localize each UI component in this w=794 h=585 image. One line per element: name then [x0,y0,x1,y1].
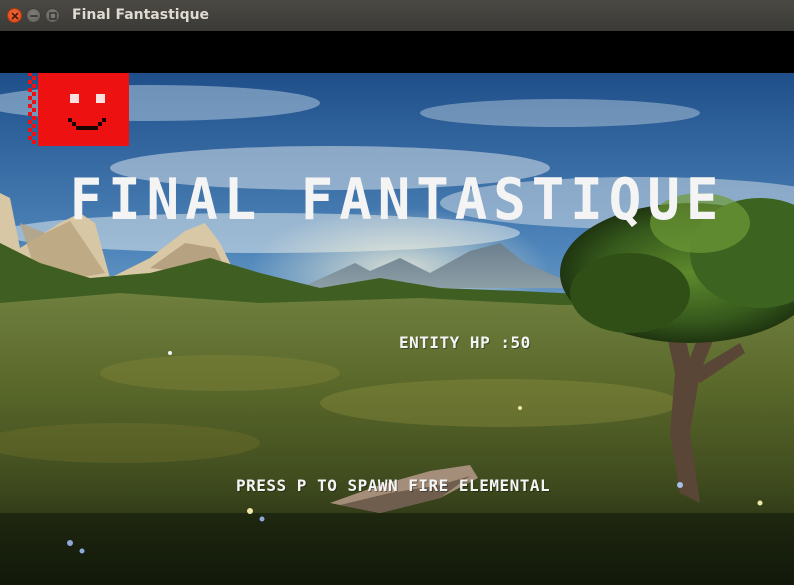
minimize-icon [30,15,38,17]
app-window: Final Fantastique FINAL FANTASTIQUE ENTI… [0,0,794,585]
entity-hp-readout: ENTITY HP :50 [399,333,531,352]
window-title: Final Fantastique [72,7,210,23]
letterbox-bar [0,31,794,73]
sprite-left-eye [70,94,79,103]
maximize-button[interactable] [45,8,60,23]
maximize-icon [49,12,57,20]
close-icon [11,12,19,20]
minimize-button[interactable] [26,8,41,23]
game-canvas[interactable]: FINAL FANTASTIQUE ENTITY HP :50 PRESS P … [0,73,794,585]
title-bar[interactable]: Final Fantastique [0,0,794,32]
game-title: FINAL FANTASTIQUE [69,166,725,233]
background-landscape [0,73,794,585]
entity-hp-value: 50 [510,333,531,352]
player-sprite [28,73,129,146]
entity-hp-label: ENTITY HP : [399,333,511,352]
sprite-right-eye [96,94,105,103]
close-button[interactable] [7,8,22,23]
spawn-prompt: PRESS P TO SPAWN FIRE ELEMENTAL [236,476,551,495]
